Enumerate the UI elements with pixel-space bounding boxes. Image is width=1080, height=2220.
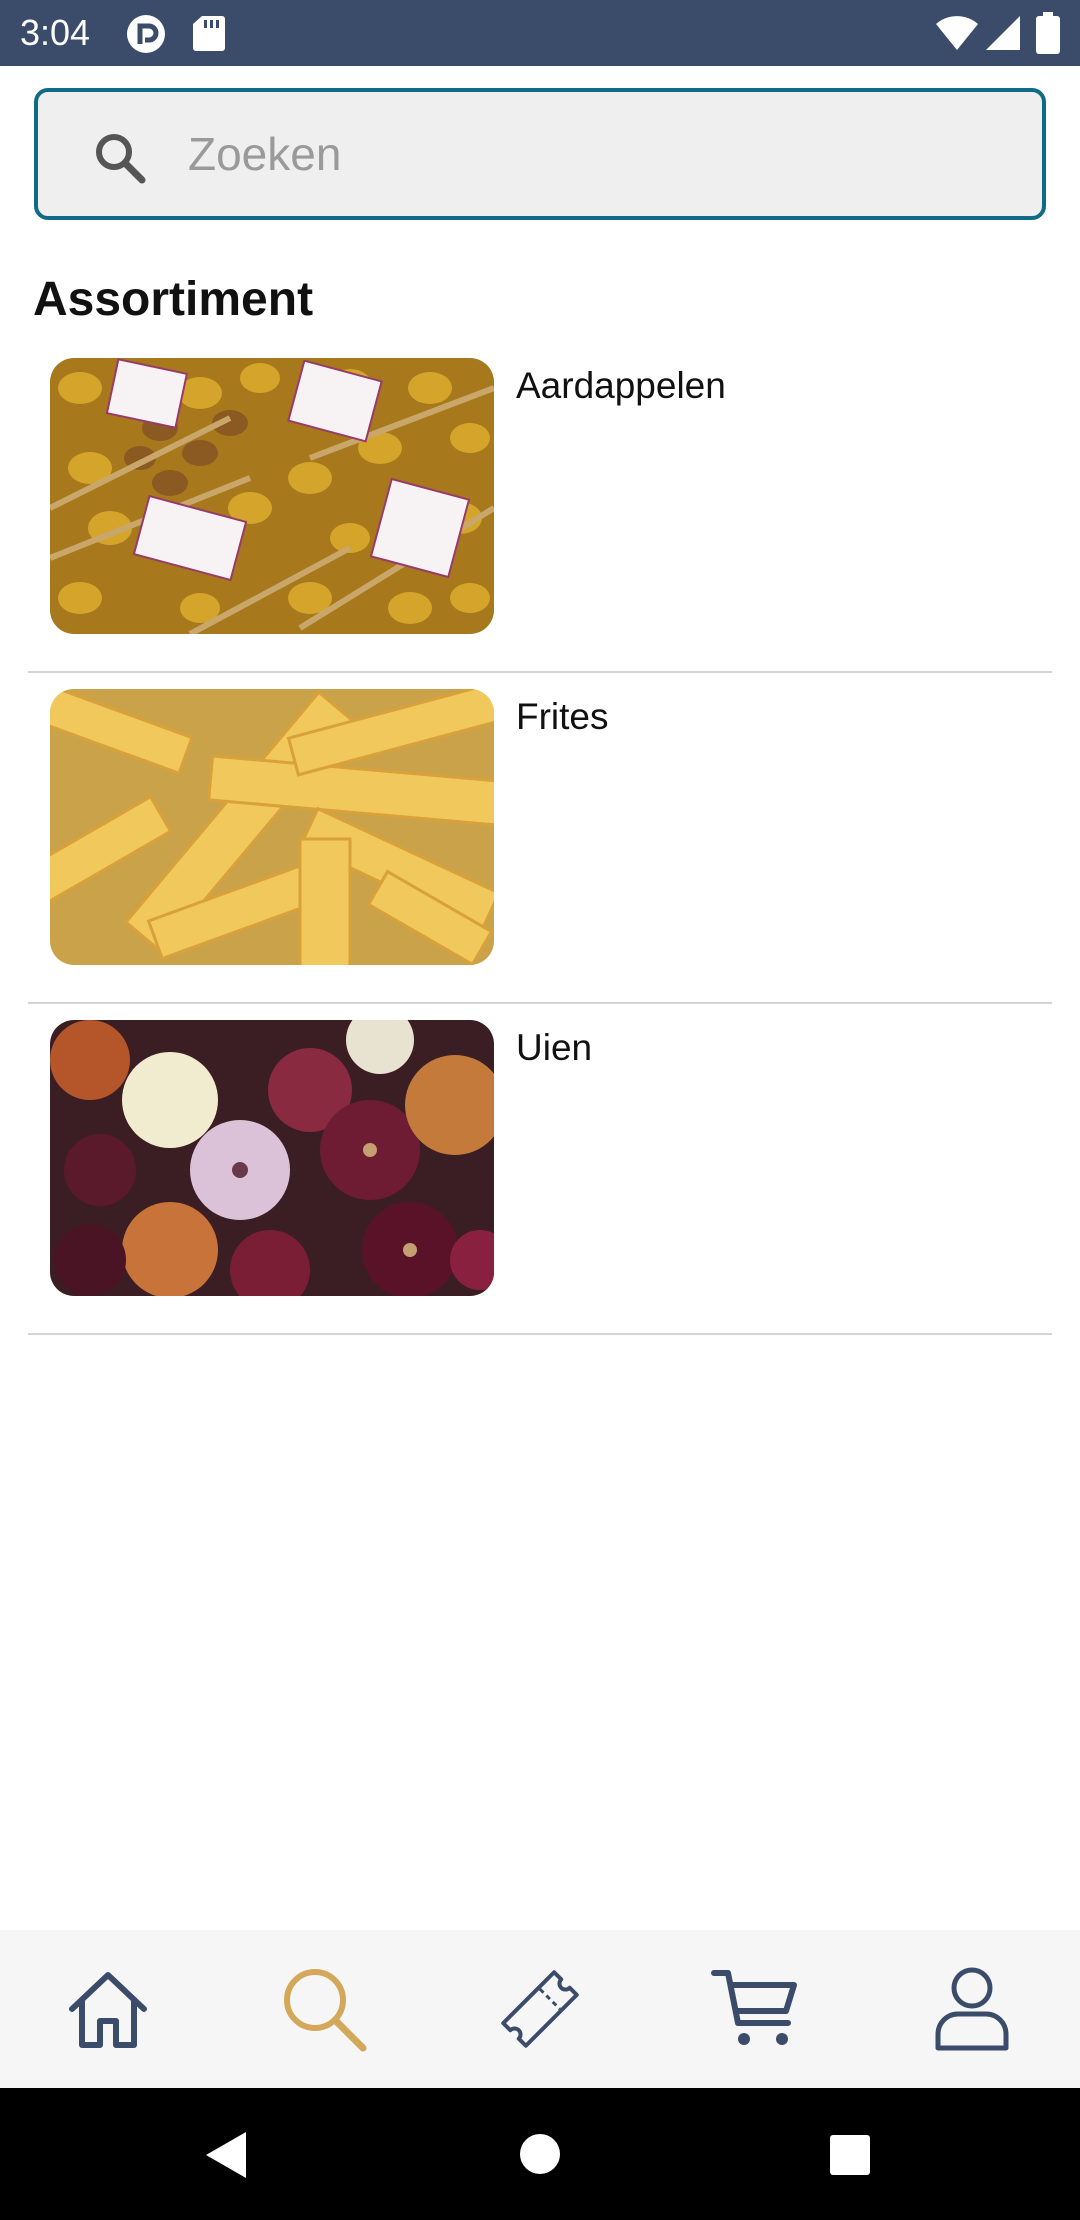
back-button[interactable] xyxy=(204,2130,248,2185)
nav-ticket-button[interactable] xyxy=(485,1954,595,2064)
home-circle-icon xyxy=(520,2134,560,2174)
section-title: Assortiment xyxy=(33,273,314,326)
pocket-casts-icon xyxy=(126,14,166,59)
onions-image xyxy=(50,1020,494,1296)
search-field[interactable] xyxy=(34,88,1046,220)
wifi-icon xyxy=(935,14,979,57)
fries-image xyxy=(50,689,494,965)
profile-icon xyxy=(935,1967,1009,2051)
product-label: Frites xyxy=(516,696,609,737)
search-icon xyxy=(92,130,148,186)
home-icon xyxy=(69,1972,147,2048)
ticket-icon xyxy=(501,1970,579,2048)
search-icon xyxy=(284,1969,367,2052)
list-item-frites[interactable]: Frites xyxy=(0,673,1080,1004)
nav-profile-button[interactable] xyxy=(917,1954,1027,2064)
nav-cart-button[interactable] xyxy=(701,1954,811,2064)
cart-icon xyxy=(711,1970,797,2045)
product-label: Aardappelen xyxy=(516,365,726,406)
battery-icon xyxy=(1036,12,1060,59)
product-list: Aardappelen Frites Uien xyxy=(0,342,1080,1335)
home-system-button[interactable] xyxy=(520,2134,560,2179)
status-time: 3:04 xyxy=(20,12,91,53)
search-input[interactable] xyxy=(188,92,1008,216)
sd-card-icon xyxy=(192,14,226,57)
system-navigation-bar xyxy=(0,2088,1080,2220)
list-item-uien[interactable]: Uien xyxy=(0,1004,1080,1335)
recents-button[interactable] xyxy=(829,2134,871,2181)
potatoes-image xyxy=(50,358,494,634)
recents-icon xyxy=(830,2135,870,2175)
product-label: Uien xyxy=(516,1027,593,1068)
bottom-navigation xyxy=(0,1930,1080,2088)
nav-home-button[interactable] xyxy=(53,1954,163,2064)
status-bar: 3:04 xyxy=(0,0,1080,66)
nav-search-button[interactable] xyxy=(269,1954,379,2064)
list-item-aardappelen[interactable]: Aardappelen xyxy=(0,342,1080,673)
back-icon xyxy=(206,2132,246,2178)
divider xyxy=(28,1333,1052,1335)
signal-icon xyxy=(984,14,1022,57)
